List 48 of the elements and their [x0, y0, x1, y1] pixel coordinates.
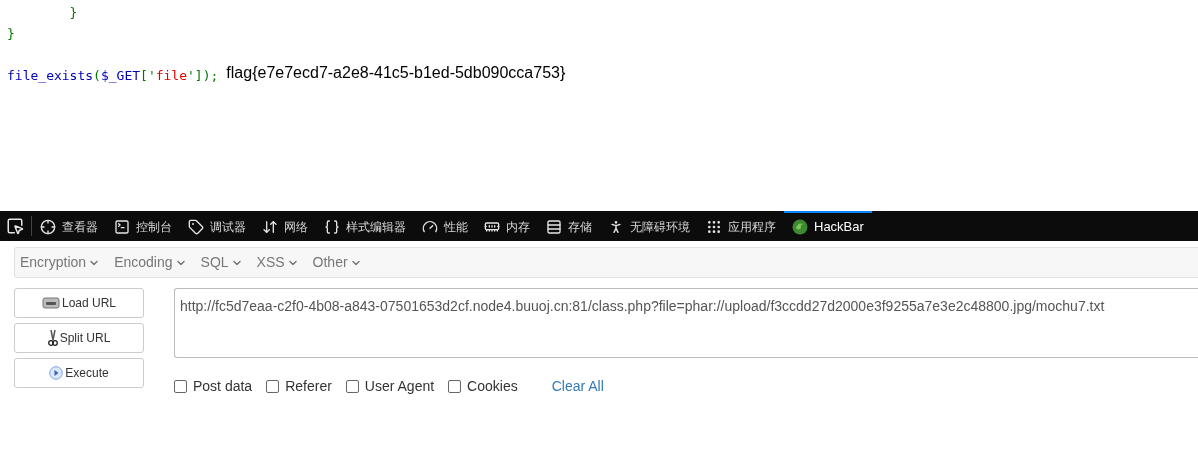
- dropdown-menu[interactable]: SQL: [200, 252, 243, 273]
- logo-icon: [792, 219, 808, 235]
- devtools-tab[interactable]: 查看器: [32, 211, 106, 241]
- dropdown-menu[interactable]: Encryption: [20, 252, 101, 273]
- code-line: }: [68, 3, 78, 22]
- drive-icon: [41, 296, 60, 310]
- output-text: flag{e7e7ecd7-a2e8-41c5-b1ed-5db090cca753}: [226, 63, 566, 83]
- code-line: }: [7, 24, 15, 43]
- devtools-tab[interactable]: 内存: [476, 211, 538, 241]
- checkbox-label: User Agent: [364, 377, 435, 396]
- rows-icon: [546, 219, 562, 235]
- checkbox[interactable]: [448, 380, 462, 393]
- dropdown-menu[interactable]: XSS: [256, 252, 299, 273]
- gauge-icon: [422, 219, 438, 235]
- dots-grid-icon: [706, 219, 722, 235]
- terminal-icon: [114, 219, 130, 235]
- element-picker-icon[interactable]: [6, 216, 32, 236]
- url-field[interactable]: http://fc5d7eaa-c2f0-4b08-a843-07501653d2cf.node4.buuoj.cn:81/class.php?file=phar://upload/f3ccdd27d2000e3f9255a7e3e2c48800.jpg/mochu7.txt: [174, 288, 1198, 358]
- devtools-tab[interactable]: 调试器: [180, 211, 254, 241]
- braces-icon: [324, 219, 340, 235]
- devtools-tab[interactable]: 性能: [414, 211, 476, 241]
- checkbox[interactable]: [174, 380, 187, 393]
- devtools-tab[interactable]: 应用程序: [698, 211, 784, 241]
- checkbox-label: Post data: [193, 377, 253, 396]
- devtools-tab[interactable]: HackBar: [784, 211, 872, 241]
- code-line: file_exists($_GET['file']);: [7, 66, 219, 85]
- devtools-tab[interactable]: 存储: [538, 211, 600, 241]
- devtools-tab[interactable]: 样式编辑器: [316, 211, 414, 241]
- arrows-icon: [262, 219, 278, 235]
- devtools-tab[interactable]: 无障碍环境: [600, 211, 698, 241]
- devtools-tab[interactable]: 网络: [254, 211, 316, 241]
- tag-icon: [188, 219, 204, 235]
- checkbox[interactable]: [345, 380, 359, 393]
- crosshair-icon: [40, 219, 56, 235]
- checkbox-label: Cookies: [467, 377, 518, 396]
- devtools-tab[interactable]: 控制台: [106, 211, 180, 241]
- hackbar-button[interactable]: Execute: [14, 358, 144, 388]
- chip-icon: [484, 219, 500, 235]
- checkbox[interactable]: [266, 380, 280, 393]
- dropdown-menu[interactable]: Other: [312, 252, 362, 273]
- clear-all-link[interactable]: Clear All: [551, 376, 604, 397]
- hackbar-button[interactable]: Split URL: [14, 323, 144, 353]
- scissors-icon: [47, 329, 58, 347]
- play-icon: [49, 366, 64, 380]
- dropdown-menu[interactable]: Encoding: [114, 252, 187, 273]
- hackbar-button[interactable]: Load URL: [14, 288, 144, 318]
- person-icon: [608, 219, 624, 235]
- checkbox-label: Referer: [285, 377, 332, 396]
